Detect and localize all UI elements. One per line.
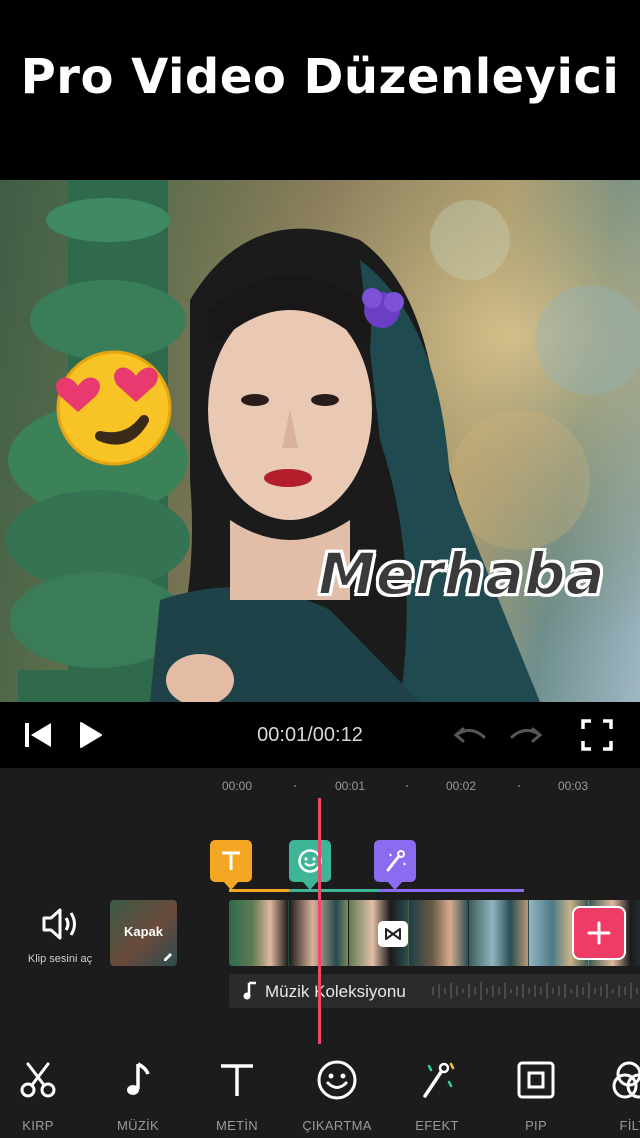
promo-title: Pro Video Düzenleyici [20, 49, 620, 105]
tick-dot [294, 785, 296, 787]
clip-frame [469, 900, 529, 966]
music-track-label: Müzik Koleksiyonu [265, 982, 406, 1001]
clip-sound-toggle[interactable]: Klip sesini aç [18, 906, 102, 965]
music-note-icon [127, 1062, 150, 1095]
redo-icon[interactable] [506, 702, 546, 768]
text-marker[interactable] [210, 840, 252, 882]
tool-music[interactable]: MÜZİK [93, 1044, 183, 1138]
playhead[interactable] [318, 798, 321, 1046]
text-icon [222, 851, 240, 870]
pip-icon [517, 1061, 555, 1099]
tool-label: PIP [525, 1118, 547, 1133]
time-tick: 00:02 [446, 779, 477, 793]
cover-thumbnail[interactable]: Kapak [110, 900, 177, 966]
cover-label: Kapak [123, 924, 164, 939]
text-overlay[interactable]: Merhaba [317, 539, 606, 609]
tool-crop[interactable]: KIRP [0, 1044, 83, 1138]
scissors-icon [20, 1062, 56, 1098]
preview-image [0, 180, 640, 702]
video-preview[interactable] [0, 180, 640, 702]
time-tick: 00:01 [335, 779, 366, 793]
magic-wand-icon [423, 1062, 455, 1098]
edit-pencil-icon [164, 953, 172, 961]
effect-wand-icon [386, 850, 406, 872]
audio-waveform [432, 982, 638, 1000]
bottom-toolbar: KIRP MÜZİK METİN ÇIKARTMA EFEKT PIP FİL [0, 1044, 640, 1138]
tick-dot [406, 785, 408, 787]
add-clip-button[interactable] [572, 906, 626, 960]
promo-header: Pro Video Düzenleyici [0, 0, 640, 180]
smiley-icon [317, 1060, 357, 1100]
fullscreen-icon[interactable] [576, 702, 618, 768]
tool-text[interactable]: METİN [192, 1044, 282, 1138]
tool-label: FİLT [619, 1118, 640, 1133]
clip-frame [229, 900, 289, 966]
music-note-icon [243, 981, 256, 1000]
playback-time: 00:01/00:12 [257, 723, 363, 746]
clip-frame [409, 900, 469, 966]
tool-sticker[interactable]: ÇIKARTMA [292, 1044, 382, 1138]
tool-label: EFEKT [415, 1118, 459, 1133]
undo-icon[interactable] [450, 702, 490, 768]
skip-back-icon[interactable] [20, 702, 56, 768]
tool-label: METİN [216, 1118, 258, 1133]
marker-pointer [223, 881, 239, 890]
marker-pointer [302, 881, 318, 890]
clip-sound-label: Klip sesini aç [27, 953, 93, 965]
tool-effect[interactable]: EFEKT [392, 1044, 482, 1138]
plus-icon [587, 921, 611, 945]
tool-label: KIRP [22, 1118, 54, 1133]
effect-marker[interactable] [374, 840, 416, 882]
time-tick: 00:03 [558, 779, 589, 793]
text-icon [221, 1064, 253, 1096]
tool-filter[interactable]: FİLT [588, 1044, 640, 1138]
sticker-marker[interactable] [289, 840, 331, 882]
tool-label: ÇIKARTMA [302, 1118, 372, 1133]
tick-dot [518, 785, 520, 787]
heart-eyes-emoji-sticker [56, 350, 172, 466]
speaker-icon [42, 908, 76, 940]
transition-icon [385, 928, 401, 940]
transition-button[interactable] [378, 921, 408, 947]
marker-pointer [387, 881, 403, 890]
play-icon[interactable] [74, 702, 106, 768]
playback-bar: 00:01/00:12 [0, 702, 640, 768]
music-track[interactable]: Müzik Koleksiyonu [229, 974, 640, 1008]
tool-pip[interactable]: PIP [491, 1044, 581, 1138]
tool-label: MÜZİK [117, 1118, 159, 1133]
time-tick: 00:00 [222, 779, 253, 793]
filter-icon [612, 1061, 640, 1099]
